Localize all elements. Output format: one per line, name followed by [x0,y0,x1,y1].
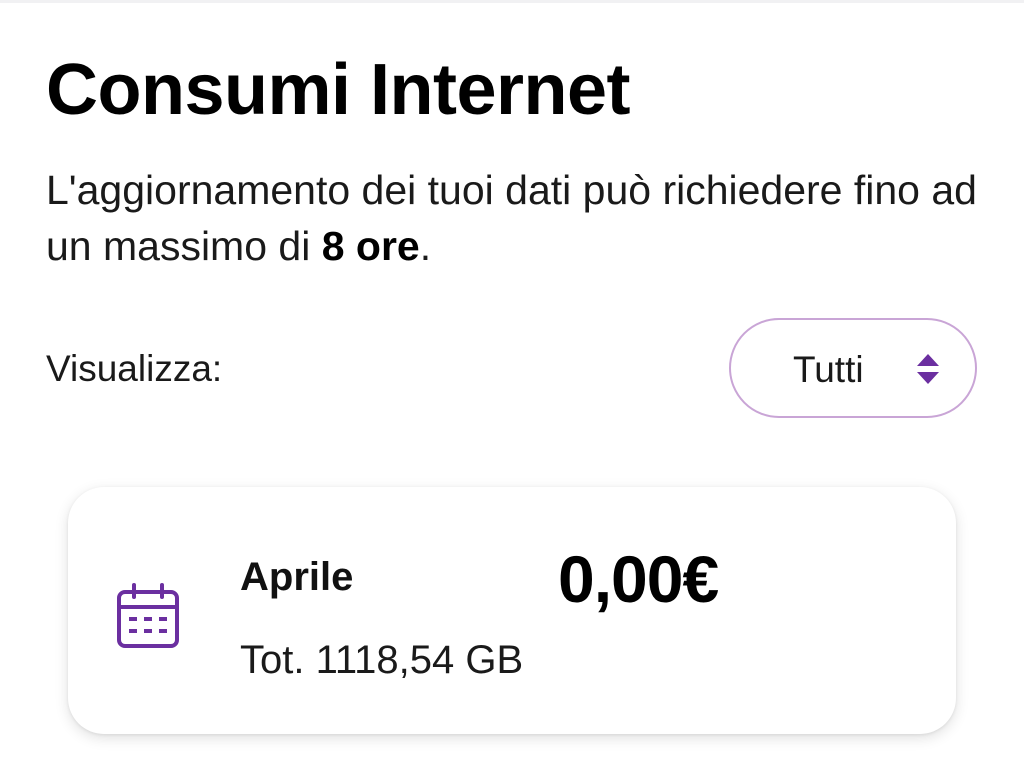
filter-select[interactable]: Tutti [729,318,977,418]
subtitle-suffix: . [419,223,432,269]
page-subtitle: L'aggiornamento dei tuoi dati può richie… [46,162,986,274]
filter-label: Visualizza: [46,348,223,389]
sort-arrows-icon [917,354,939,384]
page-title: Consumi Internet [46,50,631,130]
usage-total: Tot. 1118,54 GB [240,638,524,682]
subtitle-bold-hours: 8 ore [321,223,420,269]
filter-selected-value: Tutti [793,349,864,390]
usage-card[interactable]: Aprile 0,00€ Tot. 1118,54 GB [68,487,956,734]
calendar-icon [117,583,179,648]
page: Consumi Internet L'aggiornamento dei tuo… [0,0,1024,766]
subtitle-text: L'aggiornamento dei tuoi dati può richie… [46,167,977,269]
top-divider [0,0,1024,3]
usage-amount: 0,00€ [558,542,719,616]
usage-month: Aprile [240,555,354,599]
